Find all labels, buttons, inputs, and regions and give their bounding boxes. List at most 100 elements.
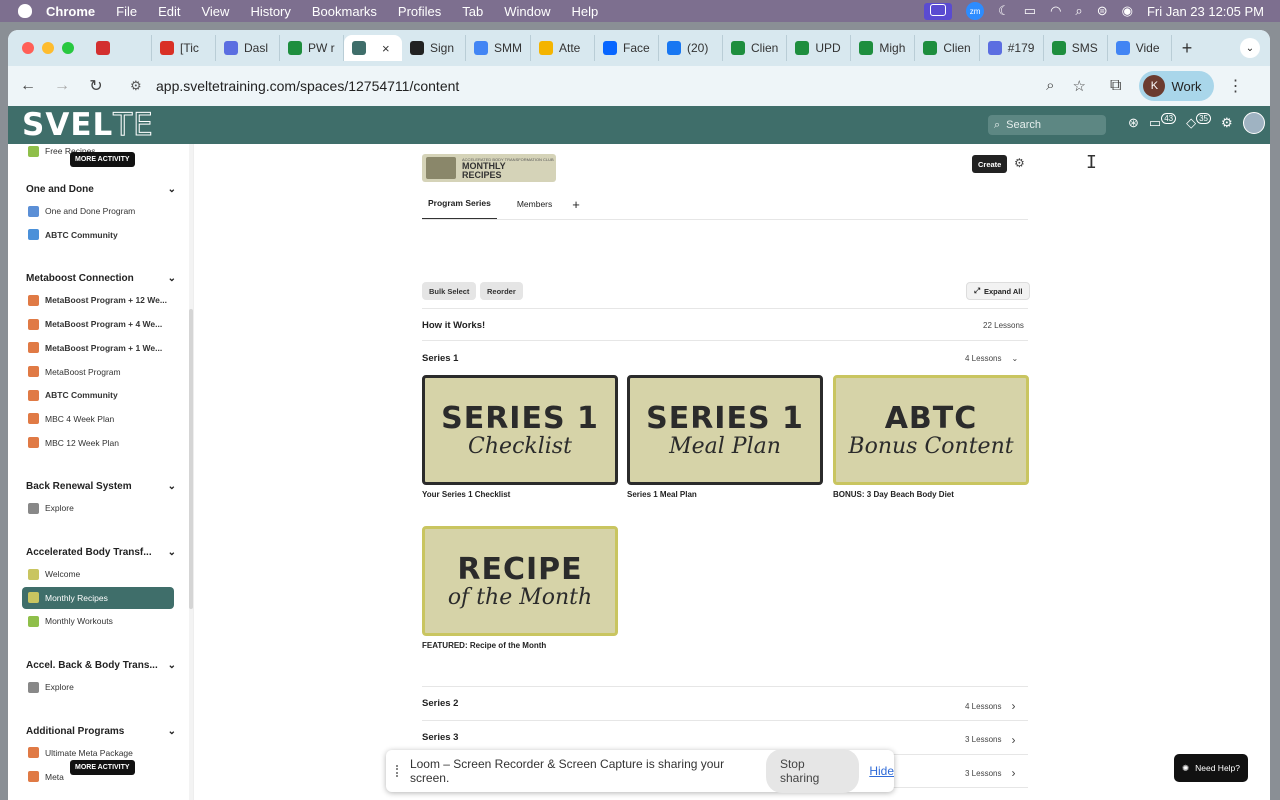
control-center-icon[interactable]: ⊜ (1097, 3, 1108, 19)
browser-tab[interactable]: × (344, 35, 402, 61)
zoom-icon[interactable]: zm (966, 2, 985, 20)
chevron-down-icon[interactable]: ⌄ (168, 184, 176, 195)
browser-tab[interactable]: Clien (915, 35, 980, 61)
back-button[interactable]: ← (14, 72, 42, 100)
browser-tab[interactable]: Clien (723, 35, 788, 61)
lesson-card[interactable]: SERIES 1 Checklist (422, 375, 618, 485)
chevron-down-icon[interactable]: ⌄ (1011, 354, 1018, 363)
series-1-title[interactable]: Series 1 (422, 353, 458, 364)
chevron-down-icon[interactable]: ⌄ (168, 273, 176, 284)
series-title[interactable]: Series 3 (422, 732, 458, 743)
tab-program-series[interactable]: Program Series (422, 192, 497, 220)
zoom-window-button[interactable] (62, 42, 74, 54)
browser-tab[interactable]: [Tic (152, 35, 216, 61)
sidebar-item[interactable]: Monthly Workouts (28, 610, 178, 632)
svelte-logo[interactable]: SVELTE (22, 107, 154, 144)
browser-tab[interactable]: #179 (980, 35, 1044, 61)
browser-tab[interactable]: Migh (851, 35, 916, 61)
close-tab-icon[interactable]: × (382, 41, 390, 56)
lesson-caption[interactable]: Your Series 1 Checklist (422, 490, 510, 499)
browser-tab[interactable]: SMM (466, 35, 531, 61)
minimize-window-button[interactable] (42, 42, 54, 54)
sidebar-section-header[interactable]: Metaboost Connection ⌄ (26, 273, 176, 284)
menu-tab[interactable]: Tab (462, 4, 483, 19)
sidebar-section-header[interactable]: One and Done ⌄ (26, 184, 176, 195)
site-info-icon[interactable]: ⚙ (130, 78, 146, 94)
settings-gear-icon[interactable]: ⚙ (1221, 115, 1233, 131)
explore-icon[interactable]: ⊛ (1128, 115, 1139, 131)
sidebar-item[interactable]: MBC 12 Week Plan (28, 432, 178, 454)
sidebar-section-header[interactable]: Accel. Back & Body Trans... ⌄ (26, 660, 176, 671)
add-tab-icon[interactable]: + (572, 197, 580, 212)
apple-icon[interactable] (18, 4, 32, 18)
sidebar-section-header[interactable]: Additional Programs ⌄ (26, 726, 176, 737)
chevron-right-icon[interactable]: › (1011, 699, 1015, 713)
reload-button[interactable]: ↻ (82, 72, 110, 100)
chevron-down-icon[interactable]: ⌄ (168, 660, 176, 671)
menu-bookmarks[interactable]: Bookmarks (312, 4, 377, 19)
lesson-caption[interactable]: Series 1 Meal Plan (627, 490, 697, 499)
need-help-button[interactable]: ✺ Need Help? (1174, 754, 1249, 782)
browser-tab[interactable]: Atte (531, 35, 595, 61)
drag-handle-icon[interactable] (396, 765, 400, 777)
series-title[interactable]: Series 2 (422, 698, 458, 709)
notifications-icon[interactable]: ◇ 35 (1186, 113, 1212, 131)
sidebar-item[interactable]: MBC 4 Week Plan (28, 408, 178, 430)
sidebar-item[interactable]: One and Done Program (28, 200, 178, 222)
browser-tab[interactable]: PW r (280, 35, 344, 61)
browser-tab[interactable]: SMS (1044, 35, 1108, 61)
sidebar-item[interactable]: MetaBoost Program + 4 We... (28, 313, 178, 335)
address-bar[interactable]: ⚙ app.sveltetraining.com/spaces/12754711… (120, 71, 1100, 101)
chevron-right-icon[interactable]: › (1011, 733, 1015, 747)
lesson-card[interactable]: SERIES 1 Meal Plan (627, 375, 823, 485)
browser-tab[interactable]: UPD (787, 35, 852, 61)
menu-edit[interactable]: Edit (158, 4, 180, 19)
sidebar-item[interactable]: Monthly Recipes (22, 586, 174, 609)
sidebar-item[interactable]: Explore (28, 497, 178, 519)
sidebar-section-header[interactable]: Back Renewal System ⌄ (26, 481, 176, 492)
close-window-button[interactable] (22, 42, 34, 54)
siri-icon[interactable]: ◉ (1122, 3, 1133, 19)
browser-tab[interactable]: (20) (659, 35, 723, 61)
sidebar-item[interactable]: MetaBoost Program (28, 361, 178, 383)
extensions-icon[interactable]: ⧉ (1110, 77, 1121, 95)
lesson-card[interactable]: RECIPE of the Month (422, 526, 618, 636)
sidebar-item[interactable]: Welcome (28, 563, 178, 585)
chevron-down-icon[interactable]: ⌄ (168, 481, 176, 492)
menu-history[interactable]: History (250, 4, 290, 19)
sidebar-item[interactable]: ABTC Community (28, 384, 178, 406)
bulk-select-button[interactable]: Bulk Select (422, 282, 477, 300)
sidebar-section-header[interactable]: Accelerated Body Transf... ⌄ (26, 547, 176, 558)
menu-view[interactable]: View (201, 4, 229, 19)
lesson-caption[interactable]: BONUS: 3 Day Beach Body Diet (833, 490, 954, 499)
screen-share-icon[interactable] (924, 2, 953, 20)
lesson-card[interactable]: ABTC Bonus Content (833, 375, 1029, 485)
space-settings-icon[interactable]: ⚙ (1014, 156, 1025, 170)
battery-icon[interactable]: ▭ (1024, 3, 1036, 19)
profile-button[interactable]: K Work (1139, 71, 1214, 101)
url-text[interactable]: app.sveltetraining.com/spaces/12754711/c… (156, 78, 459, 94)
browser-tab[interactable] (88, 35, 152, 61)
browser-menu-icon[interactable]: ⋮ (1228, 76, 1244, 96)
sidebar-item[interactable]: Explore (28, 676, 178, 698)
chevron-down-icon[interactable]: ⌄ (168, 547, 176, 558)
spotlight-icon[interactable]: ⌕ (1075, 3, 1082, 19)
sidebar-item[interactable]: MetaBoost Program + 12 We... (28, 289, 178, 311)
moon-icon[interactable]: ☾ (998, 3, 1010, 19)
menu-profiles[interactable]: Profiles (398, 4, 441, 19)
menu-help[interactable]: Help (572, 4, 599, 19)
browser-tab[interactable]: Dasl (216, 35, 280, 61)
menu-file[interactable]: File (116, 4, 137, 19)
bookmark-star-icon[interactable]: ☆ (1073, 77, 1086, 95)
search-input[interactable]: ⌕ Search (988, 115, 1106, 135)
clock[interactable]: Fri Jan 23 12:05 PM (1147, 4, 1264, 19)
wifi-icon[interactable]: ◠ (1050, 3, 1061, 19)
reorder-button[interactable]: Reorder (480, 282, 523, 300)
forward-button[interactable]: → (48, 72, 76, 100)
chevron-down-icon[interactable]: ⌄ (168, 726, 176, 737)
expand-all-button[interactable]: ⤢ Expand All (966, 282, 1031, 300)
sidebar-scrollbar[interactable] (189, 144, 193, 800)
chevron-right-icon[interactable]: › (1011, 766, 1015, 780)
tab-members[interactable]: Members (511, 193, 558, 219)
browser-tab[interactable]: Vide (1108, 35, 1172, 61)
